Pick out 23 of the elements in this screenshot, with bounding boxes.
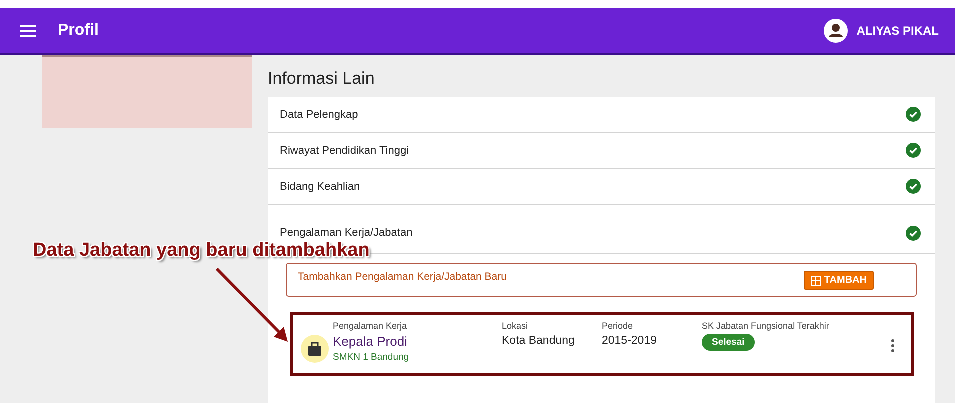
menu-icon[interactable] [20,24,36,36]
section-item[interactable]: Riwayat Pendidikan Tinggi [280,144,410,156]
field-label: Periode [602,321,634,331]
page-title: Profil [58,22,100,40]
field-label: Pengalaman Kerja [333,321,408,331]
annotation-text: Data Jabatan yang baru ditambahkan [33,240,370,262]
field-label: SK Jabatan Fungsional Terakhir [702,321,830,331]
briefcase-icon [301,335,329,363]
avatar-icon[interactable] [822,18,849,44]
section-item[interactable]: Data Pelengkap [280,108,358,120]
section-item[interactable]: Bidang Keahlian [280,180,360,192]
section-title: Informasi Lain [268,69,375,89]
status-badge: Selesai [702,334,755,351]
plus-icon [811,276,822,286]
add-prompt: Tambahkan Pengalaman Kerja/Jabatan Baru [298,271,507,283]
section-item[interactable]: Pengalaman Kerja/Jabatan [280,227,413,239]
field-label: Lokasi [502,321,530,331]
job-title: Kepala Prodi [333,334,408,349]
user-name[interactable]: ALIYAS PIKAL [856,24,939,38]
location-value: Kota Bandung [502,335,576,347]
period-value: 2015-2019 [602,335,658,347]
institution-name: SMKN 1 Bandung [333,352,410,363]
more-icon[interactable] [891,339,895,353]
